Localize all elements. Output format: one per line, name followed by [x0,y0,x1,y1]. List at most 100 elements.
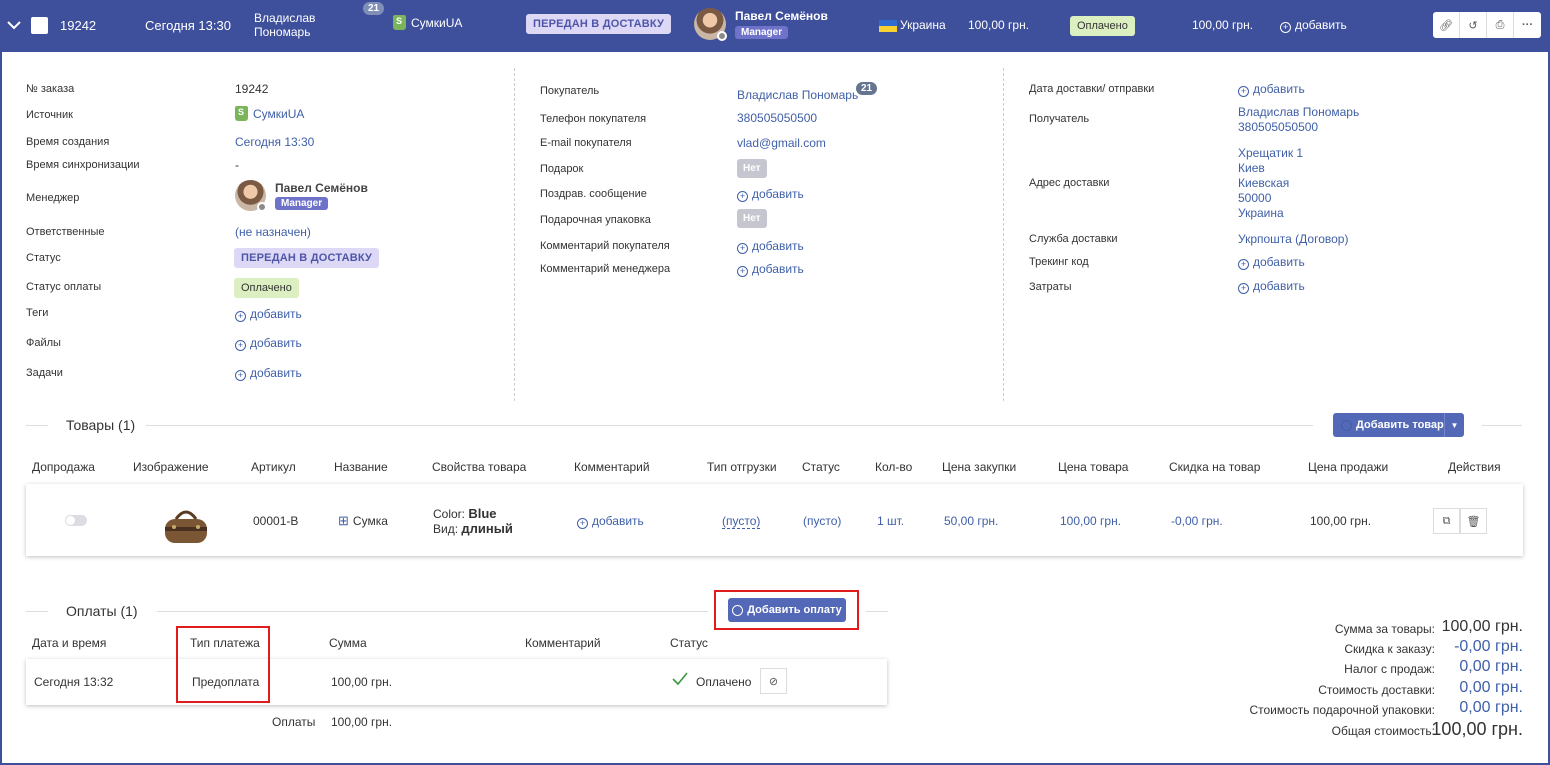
delivery-service-label: Служба доставки [1029,233,1118,245]
source-value[interactable]: СумкиUA [235,106,304,121]
header-source[interactable]: СумкиUA [393,15,462,30]
tasks-add-label: добавить [250,366,302,380]
product-tree-icon: ⊞ [338,513,349,528]
summary-tax-value[interactable]: 0,00 грн. [1459,658,1523,676]
wrap-label: Подарочная упаковка [540,214,651,226]
summary-discount-value[interactable]: -0,00 грн. [1454,638,1523,656]
tasks-add-button[interactable]: + добавить [235,366,302,381]
product-comment-add-button[interactable]: + добавить [577,514,644,529]
address-line[interactable]: Киев [1238,161,1265,175]
summary-goods-value: 100,00 грн. [1441,618,1523,635]
buyer-orders-badge: 21 [856,82,878,95]
payments-footer-value: 100,00 грн. [331,715,393,729]
tags-add-label: добавить [250,307,302,321]
product-qty[interactable]: 1 шт. [877,514,904,528]
product-prop2: Вид: длиный [433,521,513,536]
address-line[interactable]: Хрещатик 1 [1238,146,1303,160]
address-line[interactable]: 50000 [1238,191,1271,205]
tags-add-button[interactable]: + добавить [235,307,302,322]
product-status-value[interactable]: (пусто) [803,514,841,528]
pay-status-label: Статус оплаты [26,281,102,293]
link-icon[interactable]: 🔗︎ [1433,12,1460,38]
summary-wrap-value[interactable]: 0,00 грн. [1459,699,1523,717]
delivery-date-add-button[interactable]: + добавить [1238,82,1305,97]
header-status-badge[interactable]: ПЕРЕДАН В ДОСТАВКУ [526,14,672,34]
costs-add-button[interactable]: + добавить [1238,279,1305,294]
chevron-down-icon[interactable] [7,18,21,32]
more-icon[interactable]: ··· [1514,12,1541,38]
customer-name-line1[interactable]: Владислав [254,11,315,25]
responsible-value[interactable]: (не назначен) [235,225,311,239]
add-product-button[interactable]: Добавить товар ▼ [1333,413,1464,437]
buyer-label: Покупатель [540,85,600,97]
shipment-type-value[interactable]: (пусто) [722,514,761,529]
payment-status: Оплачено [696,675,752,689]
print-icon[interactable]: ⎙ [1487,12,1514,38]
header-payment-status[interactable]: Оплачено [1070,16,1135,36]
costs-label: Затраты [1029,281,1072,293]
tasks-label: Задачи [26,367,63,379]
col-properties: Свойства товара [432,460,527,474]
product-discount[interactable]: -0,00 грн. [1171,514,1223,528]
manager-comment-add-button[interactable]: + добавить [737,262,804,277]
copy-icon[interactable]: ⧉ [1433,508,1460,534]
header-paid-amount: 100,00 грн. [1192,18,1254,32]
section-rule [157,611,708,612]
product-prop1: Color: Blue [433,506,497,521]
summary-discount-label: Скидка к заказу: [1344,642,1435,656]
header-manager-name[interactable]: Павел Семёнов [735,9,828,23]
order-created: Сегодня 13:30 [145,18,231,33]
caret-down-icon[interactable]: ▼ [1444,413,1464,437]
prop2-value: длиный [461,521,513,536]
tracking-add-button[interactable]: + добавить [1238,255,1305,270]
manager-name[interactable]: Павел Семёнов [275,181,368,195]
buyer-value[interactable]: Владислав Пономарь [737,88,858,102]
customer-name-line2[interactable]: Пономарь [254,25,310,39]
header-source-label: СумкиUA [411,16,463,30]
product-image[interactable] [162,505,210,547]
product-sale-price: 100,00 грн. [1310,514,1372,528]
product-price[interactable]: 100,00 грн. [1060,514,1121,528]
pay-status-badge[interactable]: Оплачено [234,278,299,298]
header-add-button[interactable]: + добавить [1280,18,1347,33]
product-name-cell[interactable]: ⊞ Сумка [338,513,388,529]
wrap-toggle[interactable]: Нет [737,209,767,228]
goods-title: Товары (1) [66,417,136,433]
header-actions: 🔗︎ ↺ ⎙ ··· [1433,12,1541,38]
status-badge[interactable]: ПЕРЕДАН В ДОСТАВКУ [234,248,380,268]
created-value[interactable]: Сегодня 13:30 [235,135,314,149]
cancel-payment-icon[interactable]: ⊘ [760,668,787,694]
email-value[interactable]: vlad@gmail.com [737,136,826,150]
phone-value[interactable]: 380505050500 [737,111,817,125]
delivery-date-label: Дата доставки/ отправки [1029,83,1155,95]
address-line[interactable]: Украина [1238,206,1284,220]
delivery-service-value[interactable]: Укрпошта (Договор) [1238,232,1348,246]
prop1-value: Blue [468,506,497,521]
files-add-button[interactable]: + добавить [235,336,302,351]
col-image: Изображение [133,460,209,474]
recipient-name[interactable]: Владислав Пономарь [1238,105,1359,119]
gift-toggle[interactable]: Нет [737,159,767,178]
greeting-add-button[interactable]: + добавить [737,187,804,202]
summary-delivery-value[interactable]: 0,00 грн. [1459,679,1523,697]
select-order-checkbox[interactable] [31,17,48,34]
section-rule [1482,425,1522,426]
trash-icon[interactable]: 🗑︎ [1460,508,1487,534]
address-line[interactable]: Киевская [1238,176,1289,190]
plus-circle-icon: + [1238,259,1249,270]
payment-amount[interactable]: 100,00 грн. [331,675,392,689]
recipient-phone[interactable]: 380505050500 [1238,120,1318,134]
col-price: Цена товара [1058,460,1129,474]
plus-circle-icon: + [577,518,588,529]
summary-wrap-label: Стоимость подарочной упаковки: [1249,703,1435,717]
presence-dot-icon [717,31,727,41]
history-icon[interactable]: ↺ [1460,12,1487,38]
highlight-frame [176,626,270,703]
buyer-comment-add-button[interactable]: + добавить [737,239,804,254]
section-rule [146,425,1313,426]
order-id[interactable]: 19242 [60,18,96,33]
manager-avatar [694,8,727,41]
upsell-toggle[interactable] [65,515,87,526]
product-purchase-price[interactable]: 50,00 грн. [944,514,998,528]
created-label: Время создания [26,136,110,148]
